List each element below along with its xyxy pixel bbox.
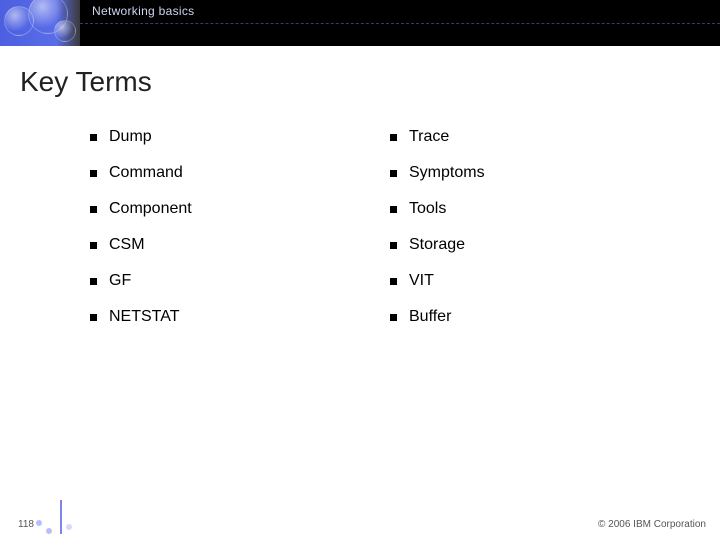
page-number: 118 [18, 519, 34, 530]
term-text: Tools [409, 200, 446, 218]
copyright-text: © 2006 IBM Corporation [598, 519, 706, 530]
list-item: Buffer [390, 308, 650, 326]
square-bullet-icon [390, 278, 397, 285]
slide: Networking basics Key Terms Dump Command… [0, 0, 720, 540]
term-text: Buffer [409, 308, 451, 326]
list-item: VIT [390, 272, 650, 290]
dot-decoration [36, 520, 42, 526]
page-title: Key Terms [20, 66, 152, 98]
section-label: Networking basics [92, 4, 194, 18]
header-band: Networking basics [0, 0, 720, 46]
square-bullet-icon [390, 314, 397, 321]
term-text: Symptoms [409, 164, 485, 182]
list-item: Storage [390, 236, 650, 254]
list-item: Component [90, 200, 350, 218]
term-text: NETSTAT [109, 308, 180, 326]
term-text: Component [109, 200, 192, 218]
term-text: Dump [109, 128, 152, 146]
dot-decoration [66, 524, 72, 530]
term-text: Trace [409, 128, 449, 146]
square-bullet-icon [90, 170, 97, 177]
term-text: CSM [109, 236, 145, 254]
vertical-line [60, 500, 62, 534]
square-bullet-icon [390, 206, 397, 213]
dot-decoration [46, 528, 52, 534]
square-bullet-icon [90, 242, 97, 249]
term-text: Storage [409, 236, 465, 254]
term-text: GF [109, 272, 131, 290]
terms-columns: Dump Command Component CSM GF NETSTAT [90, 128, 650, 344]
square-bullet-icon [390, 170, 397, 177]
list-item: Trace [390, 128, 650, 146]
square-bullet-icon [390, 242, 397, 249]
terms-column-left: Dump Command Component CSM GF NETSTAT [90, 128, 350, 344]
list-item: Dump [90, 128, 350, 146]
dashed-line [80, 23, 720, 24]
footer-decoration [0, 496, 80, 540]
square-bullet-icon [90, 278, 97, 285]
square-bullet-icon [90, 206, 97, 213]
header-decoration [0, 0, 80, 46]
square-bullet-icon [90, 314, 97, 321]
list-item: Symptoms [390, 164, 650, 182]
list-item: Command [90, 164, 350, 182]
circle-decoration [54, 20, 76, 42]
square-bullet-icon [390, 134, 397, 141]
terms-column-right: Trace Symptoms Tools Storage VIT Buffer [390, 128, 650, 344]
list-item: GF [90, 272, 350, 290]
list-item: CSM [90, 236, 350, 254]
term-text: Command [109, 164, 183, 182]
square-bullet-icon [90, 134, 97, 141]
list-item: NETSTAT [90, 308, 350, 326]
list-item: Tools [390, 200, 650, 218]
term-text: VIT [409, 272, 434, 290]
